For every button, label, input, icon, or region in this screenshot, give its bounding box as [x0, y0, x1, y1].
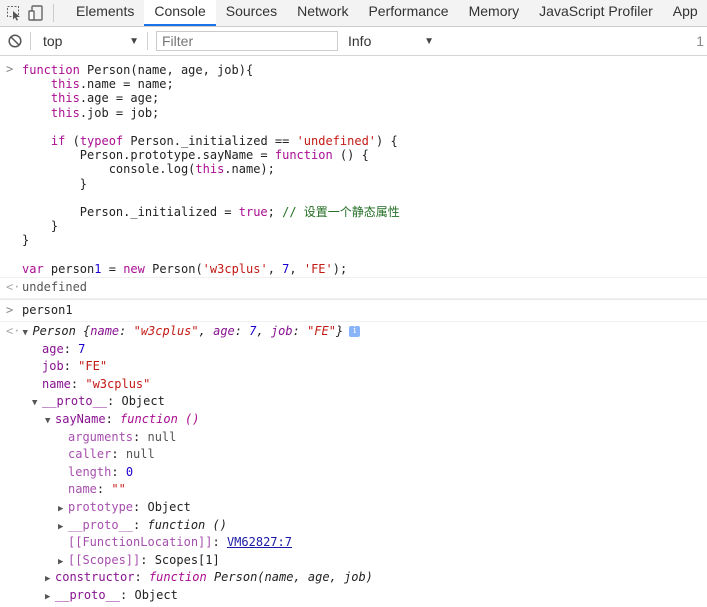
- result-arrow-icon: <·: [6, 280, 21, 295]
- tree-row-function-location: [[FunctionLocation]]: VM62827:7: [68, 535, 292, 550]
- filterbar-divider: [147, 32, 148, 50]
- input-prompt-icon: >: [6, 303, 14, 318]
- tab-network[interactable]: Network: [287, 0, 358, 25]
- chevron-down-icon: ▼: [424, 35, 434, 47]
- tree-row-length: length: 0: [68, 464, 134, 479]
- prop-value: "": [111, 482, 126, 497]
- object-summary: Person {name: "w3cplus", age: 7, job: "F…: [32, 324, 344, 339]
- tab-elements[interactable]: Elements: [66, 0, 144, 25]
- prop-value: Object: [147, 499, 191, 514]
- tree-row-sayname[interactable]: ▼ sayName: function (): [6, 411, 707, 429]
- tree-row-caller: caller: null: [68, 447, 155, 462]
- filterbar-divider: [30, 32, 31, 50]
- tab-strip: Elements Console Sources Network Perform…: [66, 0, 707, 26]
- prop-key: __proto__: [68, 517, 134, 532]
- prop-key: prototype: [68, 499, 134, 514]
- prop-key: sayName: [55, 412, 106, 427]
- console-result-entry: <· undefined: [0, 278, 707, 300]
- console-filterbar: top ▼ Info ▼ 1: [0, 27, 707, 56]
- object-summary-row[interactable]: <· ▼ Person {name: "w3cplus", age: 7, job:…: [6, 323, 707, 341]
- prop-key: constructor: [55, 570, 135, 585]
- prop-key: [[FunctionLocation]]: [68, 535, 213, 550]
- devtools-tabbar: Elements Console Sources Network Perform…: [0, 0, 707, 27]
- prop-value: null: [125, 447, 155, 462]
- tab-javascript-profiler[interactable]: JavaScript Profiler: [529, 0, 663, 25]
- context-selector[interactable]: top ▼: [37, 33, 147, 49]
- prop-value: "w3cplus": [85, 376, 151, 391]
- prop-value: Object: [121, 394, 165, 409]
- info-icon[interactable]: i: [349, 326, 361, 338]
- log-level-selector[interactable]: Info ▼: [348, 33, 434, 49]
- console-messages[interactable]: > function Person(name, age, job){ this.…: [0, 56, 707, 605]
- tree-row-job: job: "FE": [42, 359, 108, 374]
- input-code: function Person(name, age, job){ this.na…: [22, 63, 400, 276]
- tree-row-prototype[interactable]: ▶ prototype: Object: [6, 499, 707, 517]
- prop-key: name: [68, 482, 97, 497]
- log-level-label: Info: [348, 33, 372, 49]
- console-input-entry: > person1: [0, 299, 707, 323]
- prop-key: [[Scopes]]: [68, 552, 141, 567]
- prop-value: function Person(name, age, job): [148, 570, 373, 585]
- tree-row-age: age: 7: [42, 341, 86, 356]
- tree-row-scopes[interactable]: ▶ [[Scopes]]: Scopes[1]: [6, 552, 707, 570]
- prop-key: job: [42, 359, 64, 374]
- prop-key: length: [68, 464, 112, 479]
- result-arrow-icon: <·: [6, 324, 21, 339]
- prop-value: 7: [78, 341, 86, 356]
- prop-key: __proto__: [42, 394, 108, 409]
- prop-value: Object: [134, 587, 178, 602]
- tree-row-proto[interactable]: ▼ __proto__: Object: [6, 393, 707, 411]
- tree-row-fn-proto[interactable]: ▶ __proto__: function (): [6, 517, 707, 535]
- tab-console[interactable]: Console: [144, 0, 216, 26]
- prop-key: caller: [68, 447, 112, 462]
- input-text: person1: [22, 303, 73, 318]
- prop-value: Scopes[1]: [154, 552, 220, 567]
- input-prompt-icon: >: [6, 62, 14, 76]
- filter-input[interactable]: [156, 31, 338, 51]
- prop-value: 0: [125, 464, 134, 479]
- prop-value: "FE": [78, 359, 108, 374]
- clear-console-icon[interactable]: [0, 34, 30, 48]
- prop-value: null: [147, 429, 177, 444]
- inspect-element-icon[interactable]: [3, 0, 25, 26]
- prop-value: function (): [120, 412, 200, 427]
- source-link[interactable]: VM62827:7: [227, 535, 292, 549]
- device-toolbar-icon[interactable]: [25, 0, 47, 26]
- collapsed-triangle-icon[interactable]: ▶: [45, 589, 55, 607]
- tree-row-fn-name: name: "": [68, 482, 126, 497]
- prop-key: arguments: [68, 429, 134, 444]
- prop-key: __proto__: [55, 587, 121, 602]
- result-value: undefined: [22, 280, 88, 295]
- tree-row-proto-object[interactable]: ▶ __proto__: Object: [6, 587, 707, 605]
- prop-key: age: [42, 341, 64, 356]
- console-input-entry: > function Person(name, age, job){ this.…: [0, 56, 707, 279]
- tab-sources[interactable]: Sources: [216, 0, 287, 25]
- prop-value: function (): [147, 517, 227, 532]
- context-label: top: [43, 33, 63, 49]
- tree-row-arguments: arguments: null: [68, 429, 177, 444]
- object-tree: <· ▼ Person {name: "w3cplus", age: 7, job:…: [0, 322, 707, 605]
- tree-row-constructor[interactable]: ▶ constructor: function Person(name, age,…: [6, 569, 707, 587]
- prop-key: name: [42, 376, 71, 391]
- tab-performance[interactable]: Performance: [358, 0, 458, 25]
- tree-row-name: name: "w3cplus": [42, 376, 151, 391]
- hidden-messages-count: 1: [696, 33, 704, 49]
- toolbar-divider: [53, 4, 54, 22]
- chevron-down-icon: ▼: [129, 35, 139, 47]
- tab-memory[interactable]: Memory: [459, 0, 530, 25]
- tab-application[interactable]: App: [663, 0, 707, 25]
